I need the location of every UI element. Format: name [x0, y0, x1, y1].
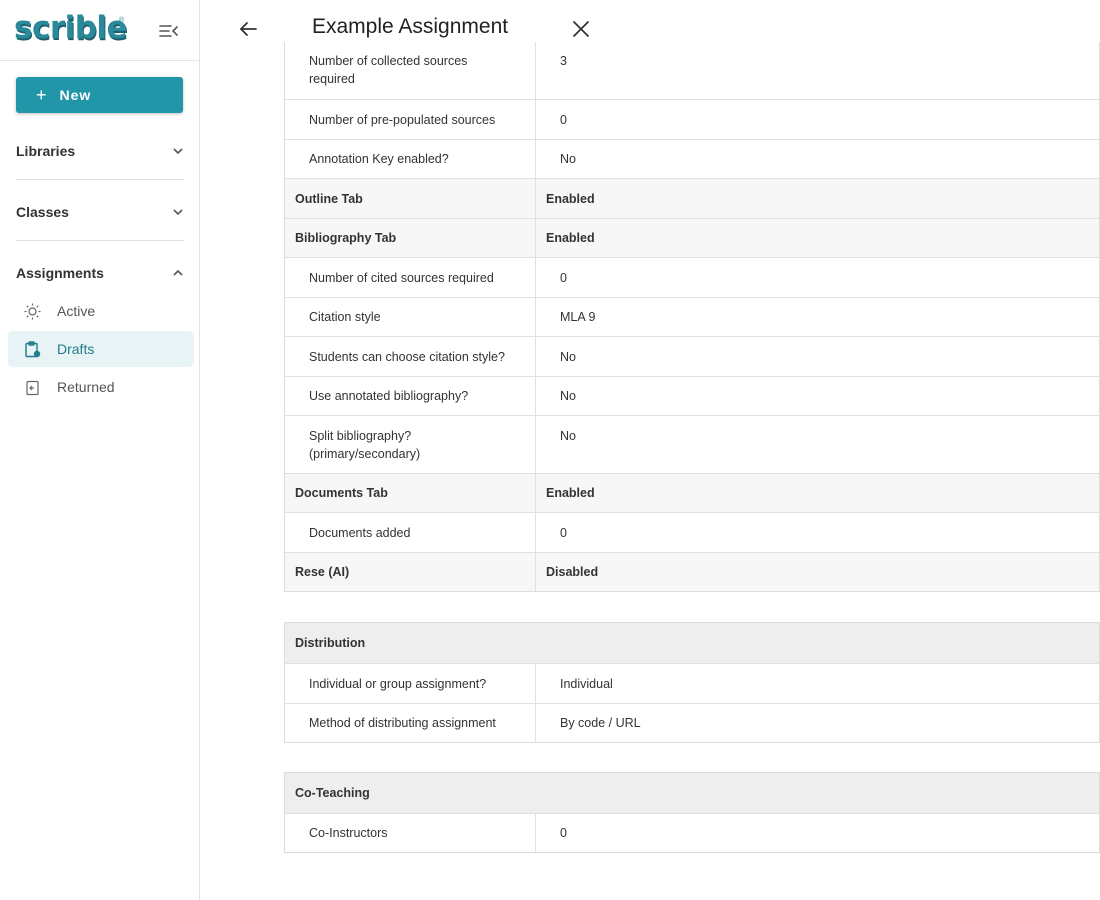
setting-label: Number of pre-populated sources: [285, 100, 536, 139]
setting-value: No: [560, 389, 576, 403]
table-row: Documents added 0: [285, 512, 1099, 552]
section-libraries[interactable]: Libraries: [16, 140, 184, 162]
table-header-row: Distribution: [285, 623, 1099, 663]
sidebar-item-active-label: Active: [57, 303, 96, 319]
settings-table: Number of collected sources required 3 N…: [284, 42, 1100, 592]
divider: [16, 179, 184, 180]
section-classes[interactable]: Classes: [16, 201, 184, 223]
setting-label: Citation style: [285, 298, 536, 336]
table-row: Use annotated bibliography? No: [285, 376, 1099, 415]
collapse-sidebar-icon[interactable]: [158, 22, 180, 40]
sidebar-item-active[interactable]: Active: [8, 293, 194, 329]
table-row: Documents Tab Enabled: [285, 473, 1099, 512]
setting-label: Use annotated bibliography?: [285, 377, 536, 415]
setting-label: Individual or group assignment?: [285, 664, 536, 703]
setting-label: Split bibliography? (primary/secondary): [285, 416, 536, 473]
setting-value: Individual: [560, 676, 613, 691]
table-row: Students can choose citation style? No: [285, 336, 1099, 376]
setting-label: Co-Instructors: [285, 814, 536, 852]
close-icon[interactable]: [570, 18, 592, 40]
draft-clipboard-icon: [24, 340, 41, 358]
setting-value: No: [560, 152, 576, 166]
setting-value: 0: [560, 270, 567, 285]
setting-label: Rese (AI): [285, 553, 536, 591]
section-classes-label: Classes: [16, 204, 69, 220]
setting-label: Documents added: [285, 513, 536, 552]
divider: [16, 240, 184, 241]
sidebar: scrible ® + New Libraries Classes Assign…: [0, 0, 200, 900]
table-row: Outline Tab Enabled: [285, 178, 1099, 218]
sidebar-item-drafts[interactable]: Drafts: [8, 331, 194, 367]
table-row: Number of collected sources required 3: [285, 42, 1099, 99]
setting-value: Enabled: [546, 231, 595, 245]
sidebar-item-returned-label: Returned: [57, 379, 115, 395]
setting-value: By code / URL: [560, 716, 641, 730]
setting-value: 3: [560, 54, 567, 68]
setting-label: Documents Tab: [285, 474, 536, 512]
table-row: Citation style MLA 9: [285, 297, 1099, 336]
collected-sources-label: Number of collected sources required: [309, 54, 468, 86]
sidebar-item-returned[interactable]: Returned: [8, 369, 194, 405]
setting-value: 0: [560, 525, 567, 540]
section-assignments[interactable]: Assignments: [16, 262, 184, 284]
setting-value: 0: [560, 112, 567, 127]
table-row: Bibliography Tab Enabled: [285, 218, 1099, 257]
split-bib-label-line-2: (primary/secondary): [309, 447, 421, 461]
plus-icon: +: [36, 84, 48, 105]
new-button[interactable]: + New: [16, 77, 183, 113]
split-bib-label-line-1: Split bibliography?: [309, 429, 412, 443]
logo-row: scrible ®: [0, 0, 199, 61]
setting-value: Disabled: [546, 565, 599, 579]
sun-icon: [24, 303, 41, 320]
setting-value: 0: [560, 826, 567, 840]
table-row: Annotation Key enabled? No: [285, 139, 1099, 178]
scrible-logo[interactable]: scrible: [14, 10, 128, 46]
setting-value: No: [560, 429, 576, 443]
setting-label: Number of cited sources required: [285, 258, 536, 297]
page-title: Example Assignment: [312, 15, 509, 38]
chevron-down-icon: [173, 209, 183, 216]
table-row: Number of pre-populated sources 0: [285, 99, 1099, 139]
coteaching-table: Co-Teaching Co-Instructors 0: [284, 772, 1100, 853]
table-row: Split bibliography? (primary/secondary) …: [285, 415, 1099, 473]
new-button-label: New: [59, 87, 92, 103]
setting-value: Enabled: [546, 191, 595, 206]
setting-label: Students can choose citation style?: [285, 337, 536, 376]
chevron-up-icon: [173, 269, 183, 276]
sidebar-item-drafts-label: Drafts: [57, 341, 95, 357]
setting-value: No: [560, 349, 576, 364]
table-row: Rese (AI) Disabled: [285, 552, 1099, 591]
section-assignments-label: Assignments: [16, 265, 104, 281]
setting-label: Outline Tab: [285, 179, 536, 218]
setting-label: Annotation Key enabled?: [285, 140, 536, 178]
setting-value: Enabled: [546, 486, 595, 500]
distribution-table: Distribution Individual or group assignm…: [284, 622, 1100, 743]
section-libraries-label: Libraries: [16, 143, 76, 159]
setting-label: Method of distributing assignment: [285, 704, 536, 742]
back-arrow-icon[interactable]: [237, 18, 259, 40]
distribution-heading: Distribution: [295, 636, 366, 650]
table-row: Method of distributing assignment By cod…: [285, 703, 1099, 742]
table-row: Individual or group assignment? Individu…: [285, 663, 1099, 703]
coteaching-heading: Co-Teaching: [295, 786, 370, 800]
table-row: Number of cited sources required 0: [285, 257, 1099, 297]
setting-label: Number of collected sources required: [285, 42, 536, 99]
returned-clipboard-icon: [24, 379, 41, 396]
setting-label: Bibliography Tab: [285, 219, 536, 257]
table-row: Co-Instructors 0: [285, 813, 1099, 852]
setting-value: MLA 9: [560, 310, 596, 324]
registered-mark: ®: [119, 17, 125, 24]
chevron-down-icon: [173, 148, 183, 155]
table-header-row: Co-Teaching: [285, 773, 1099, 813]
